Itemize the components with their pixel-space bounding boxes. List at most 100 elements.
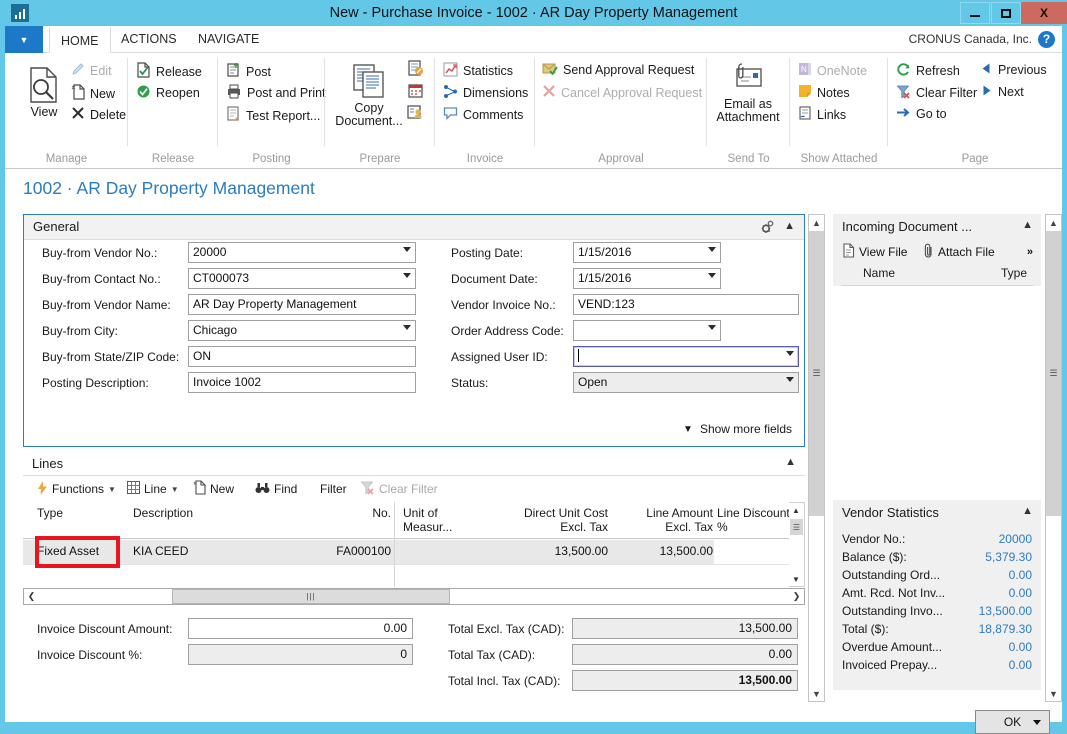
lines-grid-vertical-scrollbar[interactable]: ▲ ☰ ▼ xyxy=(789,502,805,587)
scroll-thumb[interactable]: ☰ xyxy=(809,231,824,516)
scroll-down-icon[interactable]: ▼ xyxy=(789,572,803,586)
list-item[interactable]: Overdue Amount... 0.00 xyxy=(833,640,1041,657)
tab-actions[interactable]: ACTIONS xyxy=(110,26,188,53)
test-report-button[interactable]: Test Report... xyxy=(226,106,320,125)
lines-grid-empty-row[interactable] xyxy=(23,564,789,587)
notes-button[interactable]: Notes xyxy=(798,84,850,101)
input-posting-description[interactable]: Invoice 1002 xyxy=(188,372,416,393)
input-buy-from-contact-no[interactable]: CT000073 xyxy=(188,268,416,289)
hscroll-thumb[interactable]: ||| xyxy=(172,589,450,604)
cell-line-discount-empty[interactable] xyxy=(714,540,789,564)
ok-button[interactable]: OK xyxy=(975,710,1050,734)
lines-grid-horizontal-scrollbar[interactable]: ❮ ||| ❯ xyxy=(23,588,805,605)
close-button[interactable]: X xyxy=(1021,2,1067,24)
comments-button[interactable]: Comments xyxy=(443,106,523,123)
find-button[interactable]: Find xyxy=(255,477,297,501)
scroll-up-icon[interactable]: ▲ xyxy=(809,215,824,230)
input-assigned-user-id[interactable] xyxy=(573,346,799,367)
cancel-approval-request-button[interactable]: Cancel Approval Request xyxy=(542,84,702,101)
vendor-statistics-header[interactable]: Vendor Statistics ▲ xyxy=(833,500,1041,526)
send-approval-request-button[interactable]: Send Approval Request xyxy=(542,62,694,78)
input-posting-date[interactable]: 1/15/2016 xyxy=(573,242,721,263)
input-vendor-invoice-no[interactable]: VEND:123 xyxy=(573,294,799,315)
col-line-discount-pct[interactable]: Line Discount % xyxy=(717,506,797,534)
dimensions-button[interactable]: Dimensions xyxy=(443,84,528,102)
input-document-date[interactable]: 1/15/2016 xyxy=(573,268,721,289)
doc-person-button[interactable] xyxy=(407,104,424,124)
doc-percent-button[interactable] xyxy=(407,60,424,80)
list-item[interactable]: Outstanding Invo... 13,500.00 xyxy=(833,604,1041,621)
show-more-fields-button[interactable]: ▼ Show more fields xyxy=(683,422,792,436)
page-vertical-scrollbar[interactable]: ▲ ☰ ▼ xyxy=(808,214,825,702)
scroll-up-icon[interactable]: ▲ xyxy=(789,503,803,517)
calendar-arrow-button[interactable] xyxy=(407,82,424,102)
incoming-collapse-chevron-up-icon[interactable]: ▲ xyxy=(1022,219,1033,231)
chevron-down-icon[interactable] xyxy=(403,247,411,252)
col-unit-of-measure[interactable]: Unit of Measur... xyxy=(403,506,463,534)
copy-document-button[interactable]: Copy Document... xyxy=(333,63,405,128)
email-as-attachment-button[interactable]: Email as Attachment xyxy=(709,63,787,124)
input-buy-from-city[interactable]: Chicago xyxy=(188,320,416,341)
list-item[interactable]: Balance ($): 5,379.30 xyxy=(833,550,1041,567)
attach-file-button[interactable]: Attach File xyxy=(923,240,995,264)
chevron-down-icon[interactable] xyxy=(403,325,411,330)
input-order-address-code[interactable] xyxy=(573,320,721,341)
cell-type[interactable]: Fixed Asset xyxy=(37,544,99,558)
previous-button[interactable]: Previous xyxy=(980,62,1047,78)
scroll-thumb[interactable]: ☰ xyxy=(1046,231,1061,516)
input-buy-from-vendor-no[interactable]: 20000 xyxy=(188,242,416,263)
general-fasttab-header[interactable]: General ▲ xyxy=(24,215,804,240)
reopen-button[interactable]: Reopen xyxy=(136,84,200,102)
scroll-left-icon[interactable]: ❮ xyxy=(24,589,39,604)
next-button[interactable]: Next xyxy=(980,84,1024,100)
tab-home[interactable]: HOME xyxy=(49,26,111,53)
clear-filter-button[interactable]: Clear Filter xyxy=(896,84,977,102)
scroll-down-icon[interactable]: ▼ xyxy=(809,686,824,701)
table-row[interactable]: Fixed Asset KIA CEED FA000100 13,500.00 … xyxy=(23,540,789,564)
incoming-document-header[interactable]: Incoming Document ... ▲ xyxy=(833,214,1041,240)
functions-button[interactable]: Functions ▼ xyxy=(37,477,116,501)
onenote-button[interactable]: N OneNote xyxy=(798,62,867,79)
edit-button[interactable]: Edit xyxy=(71,62,112,79)
view-file-button[interactable]: View File xyxy=(842,240,907,264)
input-buy-from-state-zip[interactable]: ON xyxy=(188,346,416,367)
cell-description[interactable]: KIA CEED xyxy=(133,544,188,558)
view-button[interactable]: View xyxy=(19,67,69,119)
lines-new-button[interactable]: New xyxy=(193,477,234,501)
filter-button[interactable]: Filter xyxy=(320,477,347,501)
chevron-down-icon[interactable] xyxy=(708,247,716,252)
chevron-down-icon[interactable]: ▼ xyxy=(171,485,179,494)
refresh-button[interactable]: Refresh xyxy=(896,62,960,80)
tab-navigate[interactable]: NAVIGATE xyxy=(187,26,270,53)
input-invoice-discount-amount[interactable]: 0.00 xyxy=(188,618,413,639)
list-item[interactable]: Vendor No.: 20000 xyxy=(833,532,1041,549)
list-item[interactable]: Amt. Rcd. Not Inv... 0.00 xyxy=(833,586,1041,603)
input-status[interactable]: Open xyxy=(573,372,799,393)
chevron-down-icon[interactable] xyxy=(786,351,794,356)
input-buy-from-vendor-name[interactable]: AR Day Property Management xyxy=(188,294,416,315)
col-no[interactable]: No. xyxy=(281,506,391,520)
factbox-vertical-scrollbar[interactable]: ▲ ☰ ▼ xyxy=(1045,214,1062,702)
minimize-button[interactable] xyxy=(960,2,990,24)
col-description[interactable]: Description xyxy=(133,506,193,520)
chevron-down-icon[interactable] xyxy=(708,273,716,278)
new-button[interactable]: New xyxy=(71,84,115,103)
cell-line-amount[interactable]: 13,500.00 xyxy=(613,544,713,558)
help-icon[interactable]: ? xyxy=(1038,31,1055,48)
scroll-down-icon[interactable]: ▼ xyxy=(1046,686,1061,701)
scroll-thumb[interactable]: ☰ xyxy=(790,519,803,535)
chevron-down-icon[interactable] xyxy=(786,377,794,382)
cell-direct-unit-cost[interactable]: 13,500.00 xyxy=(478,544,608,558)
go-to-button[interactable]: Go to xyxy=(896,106,947,122)
maximize-button[interactable] xyxy=(991,2,1021,24)
col-line-amount[interactable]: Line Amount Excl. Tax xyxy=(613,506,713,534)
lines-collapse-chevron-up-icon[interactable]: ▲ xyxy=(785,456,796,468)
scroll-up-icon[interactable]: ▲ xyxy=(1046,215,1061,230)
lines-clear-filter-button[interactable]: Clear Filter xyxy=(360,477,438,501)
input-invoice-discount-pct[interactable]: 0 xyxy=(188,644,413,665)
delete-button[interactable]: Delete xyxy=(71,106,126,123)
customize-gears-icon[interactable] xyxy=(760,220,776,234)
col-direct-unit-cost[interactable]: Direct Unit Cost Excl. Tax xyxy=(478,506,608,534)
overflow-icon[interactable]: » xyxy=(1027,240,1033,264)
chevron-down-icon[interactable] xyxy=(403,273,411,278)
